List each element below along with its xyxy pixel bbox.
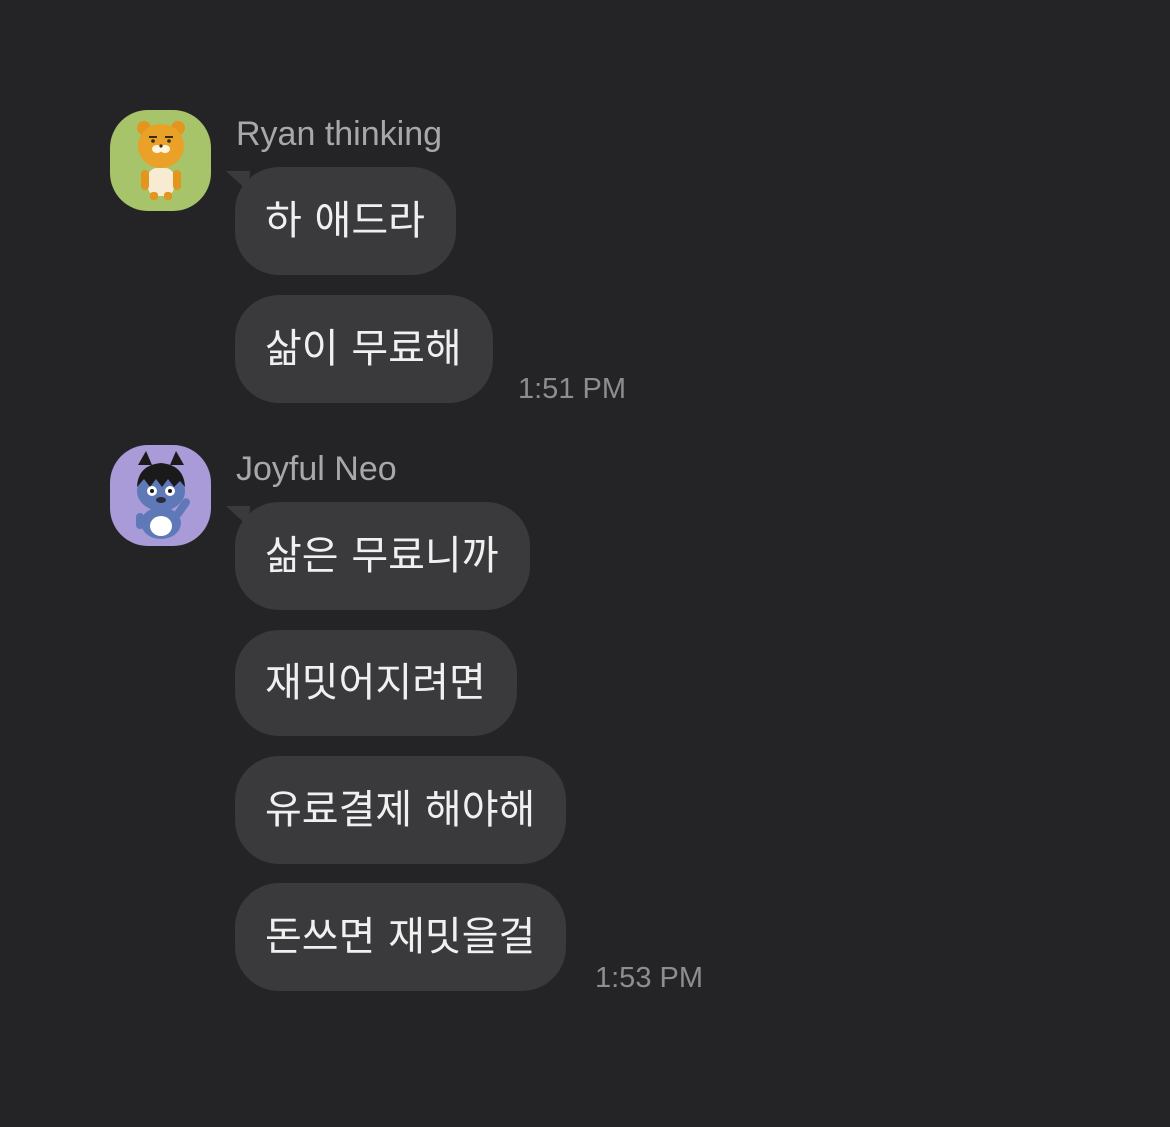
message-bubble[interactable]: 삶이 무료해 bbox=[235, 295, 493, 403]
sender-name-ryan: Ryan thinking bbox=[236, 115, 443, 153]
message-bubble[interactable]: 하 애드라 bbox=[235, 167, 456, 275]
sender-name-neo: Joyful Neo bbox=[236, 450, 397, 488]
avatar-ryan[interactable] bbox=[110, 110, 211, 211]
avatar-neo[interactable] bbox=[110, 445, 211, 546]
message-bubble[interactable]: 삶은 무료니까 bbox=[235, 502, 530, 610]
message-bubble[interactable]: 돈쓰면 재밋을걸 bbox=[235, 883, 567, 991]
message-timestamp: 1:53 PM bbox=[595, 962, 703, 994]
message-bubble[interactable]: 유료결제 해야해 bbox=[235, 756, 567, 864]
message-timestamp: 1:51 PM bbox=[518, 373, 626, 405]
ryan-character-icon bbox=[110, 110, 211, 211]
message-bubble[interactable]: 재밋어지려면 bbox=[235, 630, 517, 736]
neo-character-icon bbox=[110, 445, 211, 546]
